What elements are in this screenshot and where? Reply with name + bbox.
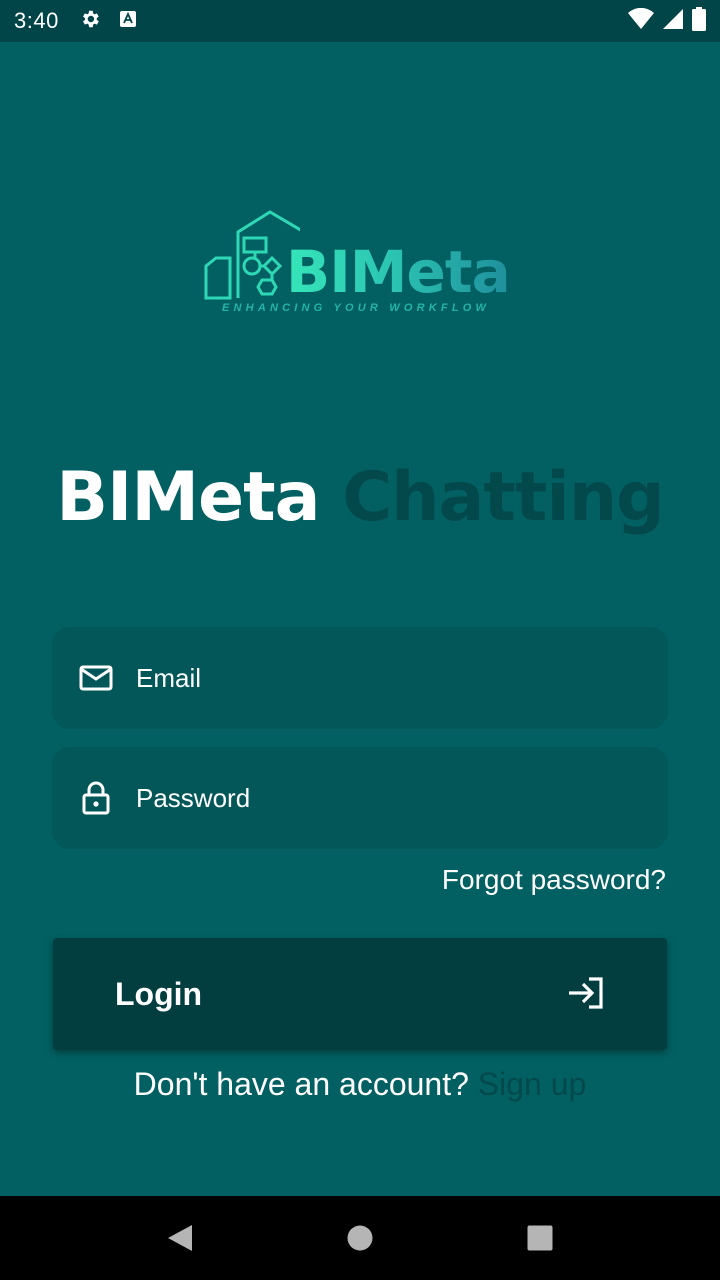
recents-button[interactable] xyxy=(510,1208,570,1268)
title-secondary: Chatting xyxy=(342,458,665,537)
page-title: BIMeta Chatting xyxy=(0,458,720,537)
home-circle-icon xyxy=(347,1225,373,1251)
forgot-password-link[interactable]: Forgot password? xyxy=(442,864,666,896)
mail-icon xyxy=(78,660,114,696)
status-bar: 3:40 xyxy=(0,0,720,42)
email-field-container[interactable] xyxy=(52,627,668,729)
logo-tagline: ENHANCING YOUR WORKFLOW xyxy=(222,302,491,314)
password-field-container[interactable] xyxy=(52,747,668,849)
login-arrow-icon xyxy=(567,976,605,1013)
settings-icon xyxy=(79,8,101,35)
back-triangle-icon xyxy=(168,1225,192,1251)
recents-square-icon xyxy=(527,1225,553,1251)
email-input[interactable] xyxy=(136,648,668,708)
back-button[interactable] xyxy=(150,1208,210,1268)
status-time: 3:40 xyxy=(14,8,59,33)
home-button[interactable] xyxy=(330,1208,390,1268)
logo-building-icon xyxy=(204,210,300,300)
title-primary: BIMeta xyxy=(56,458,320,537)
signup-row: Don't have an account? Sign up xyxy=(0,1066,720,1103)
login-button-label: Login xyxy=(115,975,203,1012)
logo-wordmark: BIMeta xyxy=(286,238,511,306)
login-screen: 3:40 BIMeta ENHANCING YOUR WORKFLOW BIMe… xyxy=(0,0,720,1280)
wifi-icon xyxy=(628,7,654,35)
a11y-icon xyxy=(119,10,137,33)
no-account-text: Don't have an account? xyxy=(133,1066,469,1102)
password-input[interactable] xyxy=(136,768,668,828)
navigation-bar xyxy=(0,1196,720,1280)
battery-icon xyxy=(692,6,706,36)
lock-icon xyxy=(78,780,114,816)
login-button[interactable]: Login xyxy=(53,938,667,1050)
signal-icon xyxy=(662,8,684,35)
app-logo: BIMeta ENHANCING YOUR WORKFLOW xyxy=(200,210,511,320)
signup-link[interactable]: Sign up xyxy=(478,1066,587,1102)
